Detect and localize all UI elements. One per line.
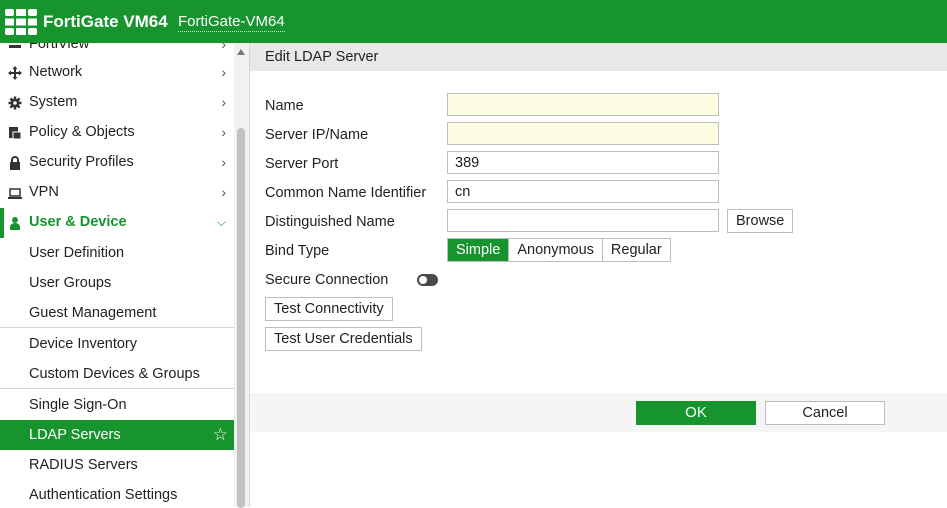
fortinet-grid-logo-icon [5,9,37,35]
scrollbar-thumb[interactable] [237,128,245,508]
sidebar-subitem-guest-management[interactable]: Guest Management [0,298,234,328]
gear-icon [8,96,22,110]
sidebar-subitem-radius-servers[interactable]: RADIUS Servers [0,450,234,480]
bind-type-regular[interactable]: Regular [601,239,670,261]
common-name-field[interactable]: cn [447,180,719,203]
chevron-right-icon: › [221,124,226,140]
browse-button[interactable]: Browse [727,209,794,233]
chevron-right-icon: › [221,154,226,170]
bind-type-selector: Simple Anonymous Regular [447,238,671,262]
port-label: Server Port [265,156,339,172]
sidebar-item-security-profiles[interactable]: Security Profiles › [0,148,234,178]
sidebar-item-label: VPN [29,184,59,200]
secure-connection-toggle[interactable] [417,274,438,286]
page-title: Edit LDAP Server [265,49,379,65]
chevron-right-icon: › [221,94,226,110]
sidebar-subitem-label: Custom Devices & Groups [29,366,200,382]
bind-type-label: Bind Type [265,243,330,259]
laptop-icon [8,188,22,199]
sidebar-subitem-device-inventory[interactable]: Device Inventory [0,329,234,359]
distinguished-name-field[interactable] [447,209,719,232]
panel-titlebar: Edit LDAP Server [250,43,947,71]
sidebar-item-network[interactable]: Network › [0,58,234,88]
sidebar-item-label: Policy & Objects [29,124,135,140]
server-label: Server IP/Name [265,127,369,143]
sidebar-subitem-single-sign-on[interactable]: Single Sign-On [0,390,234,420]
sidebar-subitem-authentication-settings[interactable]: Authentication Settings [0,480,234,507]
sidebar-item-policy-objects[interactable]: Policy & Objects › [0,118,234,148]
edit-ldap-panel: Edit LDAP Server Name Server IP/Name Ser… [250,43,947,507]
sidebar-item-label: User & Device [29,214,127,230]
hostname-link[interactable]: FortiGate-VM64 [178,13,285,32]
bind-type-simple[interactable]: Simple [448,239,509,261]
server-ip-field[interactable] [447,122,719,145]
secure-connection-label: Secure Connection [265,272,389,288]
sidebar-subitem-user-groups[interactable]: User Groups [0,268,234,298]
sidebar-subitem-custom-devices-groups[interactable]: Custom Devices & Groups [0,359,234,389]
favorite-star-icon[interactable]: ☆ [213,425,228,445]
sidebar-subitem-label: Guest Management [29,305,157,321]
sidebar-subitem-label: Authentication Settings [29,487,178,503]
test-user-credentials-button[interactable]: Test User Credentials [265,327,422,351]
sidebar-item-label: FortiView [29,43,90,52]
sidebar-subitem-label: LDAP Servers [29,427,121,443]
sidebar-subitem-user-definition[interactable]: User Definition [0,238,234,268]
user-icon [10,217,20,230]
server-port-field[interactable]: 389 [447,151,719,174]
test-connectivity-button[interactable]: Test Connectivity [265,297,393,321]
chevron-right-icon: › [221,64,226,80]
sidebar-subitem-label: Device Inventory [29,336,137,352]
sidebar: FortiView › Network › System › Policy & … [0,43,234,507]
chevron-right-icon: › [221,43,226,52]
lock-icon [10,156,20,170]
cancel-button[interactable]: Cancel [765,401,885,425]
sidebar-item-label: Security Profiles [29,154,134,170]
name-field[interactable] [447,93,719,116]
toggle-knob [419,276,427,284]
name-label: Name [265,98,304,114]
top-bar: FortiGate VM64 FortiGate-VM64 [0,0,947,43]
ok-button[interactable]: OK [636,401,756,425]
sidebar-item-vpn[interactable]: VPN › [0,178,234,208]
sidebar-item-user-device[interactable]: User & Device ⌵ [0,208,234,238]
sidebar-divider [0,327,234,328]
sidebar-subitem-label: Single Sign-On [29,397,127,413]
sidebar-item-system[interactable]: System › [0,88,234,118]
scroll-up-arrow-icon[interactable] [237,49,245,55]
sidebar-item-label: Network [29,64,83,80]
sidebar-subitem-label: RADIUS Servers [29,457,138,473]
sidebar-divider [0,388,234,389]
policy-icon [9,127,22,140]
sidebar-item-label: System [29,94,78,110]
network-arrows-icon [8,66,22,80]
cn-label: Common Name Identifier [265,185,427,201]
chevron-down-icon: ⌵ [216,215,226,229]
bind-type-anonymous[interactable]: Anonymous [508,239,602,261]
product-name: FortiGate VM64 [43,12,168,31]
sidebar-scrollbar[interactable] [234,43,250,508]
sidebar-subitem-ldap-servers[interactable]: LDAP Servers ☆ [0,420,234,450]
chevron-right-icon: › [221,184,226,200]
sidebar-subitem-label: User Definition [29,245,125,261]
fortiview-icon [9,45,21,48]
dn-label: Distinguished Name [265,214,395,230]
sidebar-subitem-label: User Groups [29,275,112,291]
